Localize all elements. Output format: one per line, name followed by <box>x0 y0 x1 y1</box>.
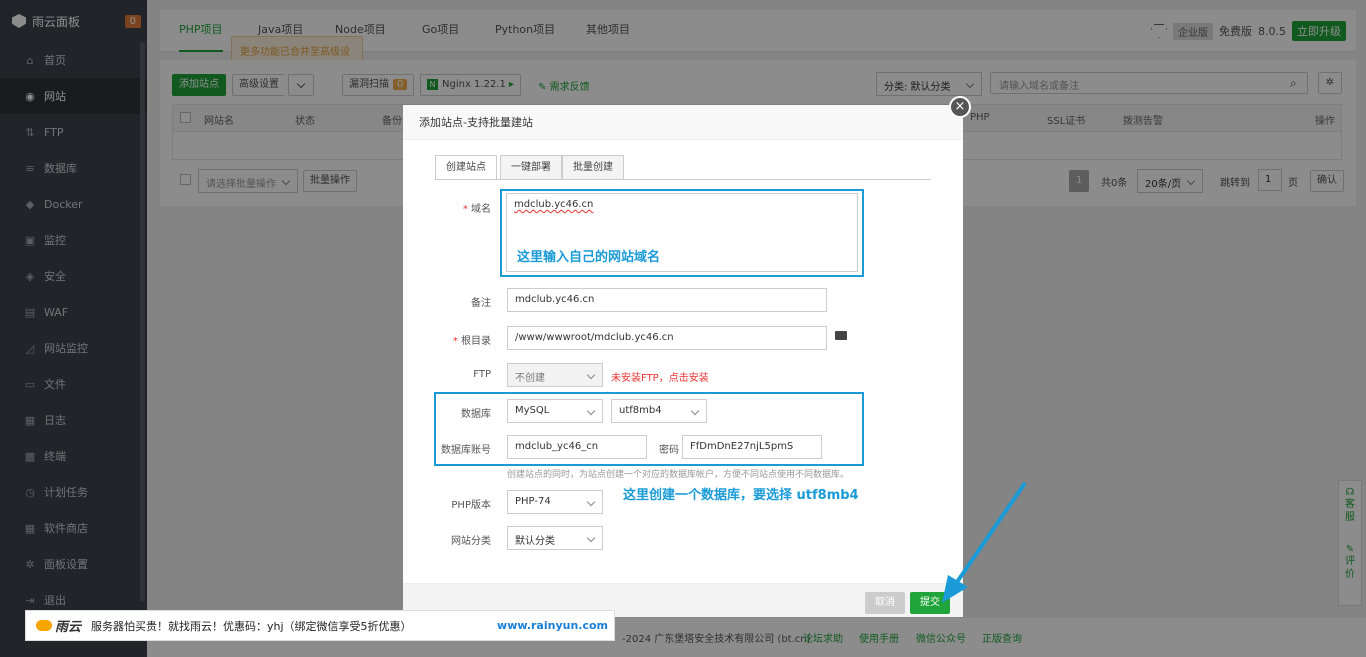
close-icon: × <box>954 99 966 114</box>
database-charset-select[interactable]: utf8mb4 <box>611 399 707 423</box>
ftp-label: FTP <box>473 369 491 380</box>
folder-open-icon[interactable] <box>835 331 847 340</box>
cancel-button[interactable]: 取消 <box>865 592 905 614</box>
dialog-title: 添加站点-支持批量建站 <box>403 105 963 140</box>
ftp-select[interactable]: 不创建 <box>507 363 603 387</box>
tab-divider <box>435 179 931 180</box>
cloud-icon <box>36 620 52 631</box>
php-version-select[interactable]: PHP-74 <box>507 490 603 514</box>
root-dir-input[interactable]: /www/wwwroot/mdclub.yc46.cn <box>507 326 827 350</box>
site-category-select[interactable]: 默认分类 <box>507 526 603 550</box>
database-annotation: 这里创建一个数据库，要选择 utf8mb4 <box>623 488 859 503</box>
php-version-label: PHP版本 <box>451 500 491 511</box>
domain-annotation: 这里输入自己的网站域名 <box>517 250 661 265</box>
promo-banner: 雨云 服务器怕买贵！就找雨云！优惠码：yhj（绑定微信享受5折优惠） www.r… <box>25 610 615 641</box>
tab-one-click-deploy[interactable]: 一键部署 <box>500 155 562 180</box>
promo-brand: 雨云 <box>55 620 82 635</box>
promo-url-link[interactable]: www.rainyun.com <box>497 619 608 632</box>
add-site-dialog: 添加站点-支持批量建站 创建站点 一键部署 批量创建 * 域名 mdclub.y… <box>403 105 963 617</box>
db-account-label: 数据库账号 <box>441 445 491 456</box>
rainyun-logo: 雨云 <box>36 616 81 635</box>
promo-text: 服务器怕买贵！就找雨云！优惠码：yhj（绑定微信享受5折优惠） <box>91 619 412 633</box>
site-category-label: 网站分类 <box>451 536 491 547</box>
ftp-install-link[interactable]: 未安装FTP，点击安装 <box>611 369 709 384</box>
password-input[interactable]: FfDmDnE27njL5pmS <box>682 435 822 459</box>
domain-label: * 域名 <box>462 204 491 215</box>
domain-value: mdclub.yc46.cn <box>514 199 594 210</box>
close-dialog-button[interactable]: × <box>949 96 971 118</box>
remark-input[interactable]: mdclub.yc46.cn <box>507 288 827 312</box>
database-label: 数据库 <box>461 409 491 420</box>
password-label: 密码 <box>659 445 679 456</box>
remark-label: 备注 <box>471 298 491 309</box>
root-dir-label: * 根目录 <box>452 336 491 347</box>
tab-batch-create[interactable]: 批量创建 <box>562 155 624 180</box>
db-hint-text: 创建站点的同时，为站点创建一个对应的数据库帐户，方便不同站点使用不同数据库。 <box>507 470 850 480</box>
annotation-arrow-icon <box>942 481 1027 603</box>
db-account-input[interactable]: mdclub_yc46_cn <box>507 435 647 459</box>
database-type-select[interactable]: MySQL <box>507 399 603 423</box>
tab-create-site[interactable]: 创建站点 <box>435 155 497 180</box>
